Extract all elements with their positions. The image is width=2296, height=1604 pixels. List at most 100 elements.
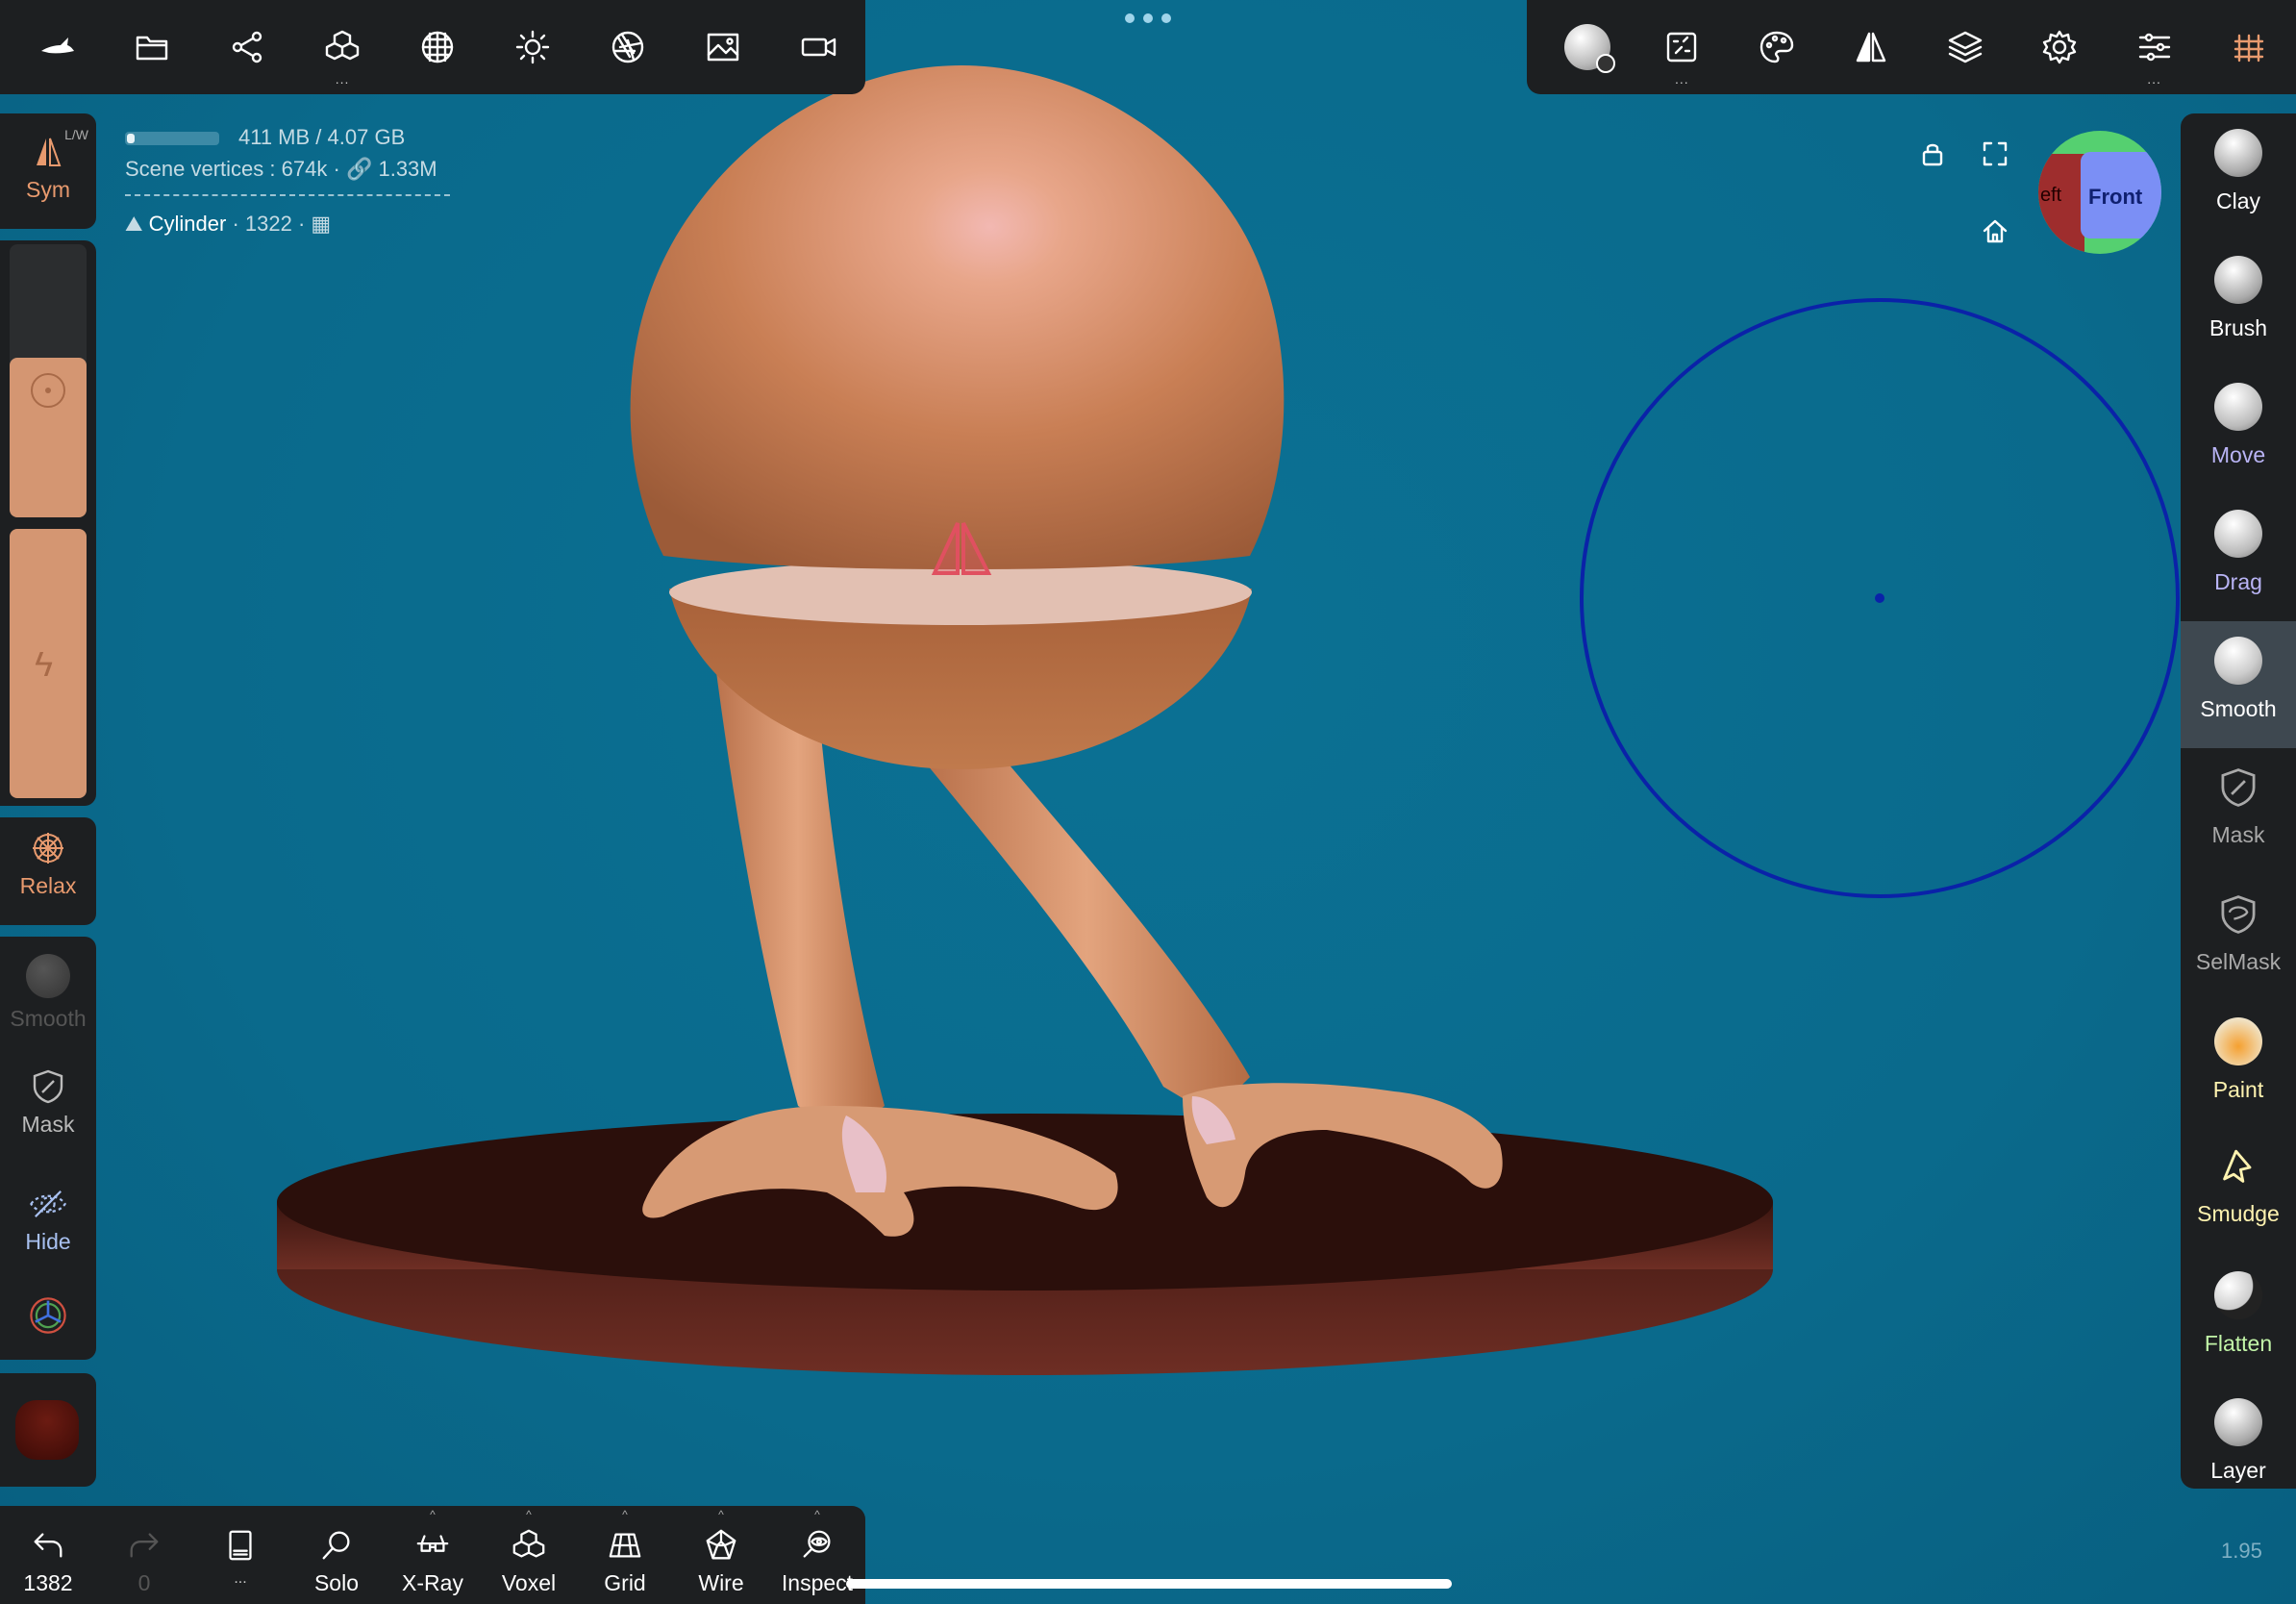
mesh-icon: ⛰	[125, 212, 143, 236]
tool-label: Smooth	[2200, 696, 2277, 721]
brush-center-dot	[1875, 593, 1884, 603]
home-icon[interactable]	[1981, 216, 2009, 245]
tool-smooth[interactable]: Smooth	[2181, 621, 2296, 748]
symmetry-icon[interactable]	[1824, 0, 1918, 94]
vertices-row: Scene vertices : 674k · 🔗 1.33M	[125, 157, 437, 181]
tool-label: Layer	[2210, 1458, 2266, 1483]
wire-label: Wire	[698, 1570, 744, 1595]
tool-drag[interactable]: Drag	[2181, 494, 2296, 621]
divider	[125, 194, 450, 196]
voxel-label: Voxel	[501, 1570, 557, 1595]
layers-icon[interactable]	[1918, 0, 2012, 94]
image-icon[interactable]	[675, 0, 770, 94]
redo-icon	[130, 1533, 159, 1558]
tool-smudge[interactable]: Smudge	[2181, 1129, 2296, 1256]
left-panel-relax: Relax	[0, 817, 96, 925]
wire-button[interactable]: ^ Wire	[673, 1506, 769, 1604]
view-cube-gizmo[interactable]: Front eft	[2038, 131, 2161, 254]
voxel-cubes-icon	[512, 1529, 545, 1558]
grid-label: Grid	[604, 1570, 646, 1595]
redo-button[interactable]: 0	[96, 1506, 192, 1604]
relax-button[interactable]: Relax	[0, 829, 96, 899]
left-panel-material	[0, 1373, 96, 1487]
folder-icon[interactable]	[105, 0, 200, 94]
layer-icon	[2214, 1398, 2262, 1446]
more-options-handle[interactable]	[1125, 13, 1171, 29]
brush-settings-icon[interactable]	[1540, 0, 1635, 94]
undo-button[interactable]: 1382	[0, 1506, 96, 1604]
solo-label: Solo	[313, 1570, 360, 1595]
tool-brush[interactable]: Brush	[2181, 240, 2296, 367]
cubes-icon[interactable]: ...	[295, 0, 390, 94]
vertices-count: 674k	[281, 157, 328, 181]
selmask-icon	[2221, 895, 2256, 934]
voxel-button[interactable]: ^ Voxel	[481, 1506, 577, 1604]
magnifier-icon	[322, 1531, 350, 1560]
gizmo-left-label: eft	[2040, 185, 2062, 206]
hide-icon	[30, 1190, 66, 1217]
tool-selmask[interactable]: SelMask	[2181, 875, 2296, 1002]
right-tool-panel: Clay Brush Move Drag Smooth Mask SelMask…	[2181, 113, 2296, 1489]
lock-icon[interactable]	[1918, 139, 1947, 168]
sun-icon[interactable]	[485, 0, 580, 94]
smudge-icon	[2223, 1149, 2252, 1183]
intensity-slider[interactable]: ϟ	[10, 529, 87, 798]
transform-gizmo-icon	[30, 1297, 66, 1334]
object-name: Cylinder	[148, 212, 227, 236]
mask-label: Mask	[21, 1112, 75, 1137]
tool-layer[interactable]: Layer	[2181, 1383, 2296, 1489]
memory-usage: 411 MB / 4.07 GB	[238, 125, 406, 149]
sliders-icon[interactable]: ...	[2108, 0, 2202, 94]
xray-button[interactable]: ^ X-Ray	[385, 1506, 481, 1604]
aperture-icon[interactable]	[580, 0, 675, 94]
top-left-toolbar: ...	[0, 0, 865, 94]
gizmo-button[interactable]	[0, 1294, 96, 1337]
wireframe-icon	[706, 1529, 736, 1560]
radius-slider[interactable]	[10, 244, 87, 517]
move-icon	[2214, 383, 2262, 431]
left-panel-sym: Sym L/W	[0, 113, 96, 229]
smooth-icon	[2214, 637, 2262, 685]
tool-label: Brush	[2209, 315, 2268, 340]
tool-mask[interactable]: Mask	[2181, 748, 2296, 875]
shark-icon[interactable]	[10, 0, 105, 94]
share-icon[interactable]	[200, 0, 295, 94]
sym-button[interactable]: Sym	[0, 133, 96, 203]
fullscreen-icon[interactable]	[1981, 139, 2009, 168]
tool-label: Clay	[2215, 188, 2260, 213]
tool-flatten[interactable]: Flatten	[2181, 1256, 2296, 1383]
tool-clay[interactable]: Clay	[2181, 113, 2296, 240]
material-preview[interactable]	[15, 1400, 79, 1460]
stroke-icon[interactable]: ...	[1635, 0, 1729, 94]
hide-button[interactable]: Hide	[0, 1183, 96, 1255]
tool-label: Drag	[2214, 569, 2262, 594]
gear-icon[interactable]	[2012, 0, 2107, 94]
tool-paint[interactable]: Paint	[2181, 1002, 2296, 1129]
smooth-button[interactable]: Smooth	[0, 954, 96, 1032]
sculpt-scene[interactable]	[0, 0, 2296, 1604]
tool-label: Move	[2210, 442, 2266, 467]
3d-viewport[interactable]	[0, 0, 2296, 1604]
vertices-label: Scene vertices :	[125, 157, 276, 181]
topology-icon[interactable]	[2202, 0, 2296, 94]
memory-bar	[125, 132, 219, 146]
mask-button[interactable]: Mask	[0, 1067, 96, 1138]
palette-icon[interactable]	[1730, 0, 1824, 94]
mask-shield-icon	[33, 1069, 63, 1104]
version-label: 1.95	[2221, 1539, 2262, 1563]
inspect-icon	[803, 1530, 831, 1558]
globe-grid-icon[interactable]	[390, 0, 486, 94]
tool-label: Smudge	[2197, 1201, 2280, 1226]
tool-label: SelMask	[2195, 949, 2282, 974]
solo-button[interactable]: Solo	[288, 1506, 385, 1604]
object-count: 1322	[244, 212, 292, 236]
home-indicator[interactable]	[846, 1579, 1452, 1589]
checker-icon: ▦	[311, 212, 332, 236]
grid-button[interactable]: ^ Grid	[577, 1506, 673, 1604]
video-camera-icon[interactable]	[770, 0, 865, 94]
inspect-button[interactable]: ^ Inspect	[769, 1506, 865, 1604]
scene-menu-button[interactable]: ...	[192, 1506, 288, 1604]
tool-move[interactable]: Move	[2181, 367, 2296, 494]
object-row[interactable]: ⛰ Cylinder · 1322 · ▦	[125, 208, 450, 239]
grid-icon	[609, 1533, 641, 1558]
